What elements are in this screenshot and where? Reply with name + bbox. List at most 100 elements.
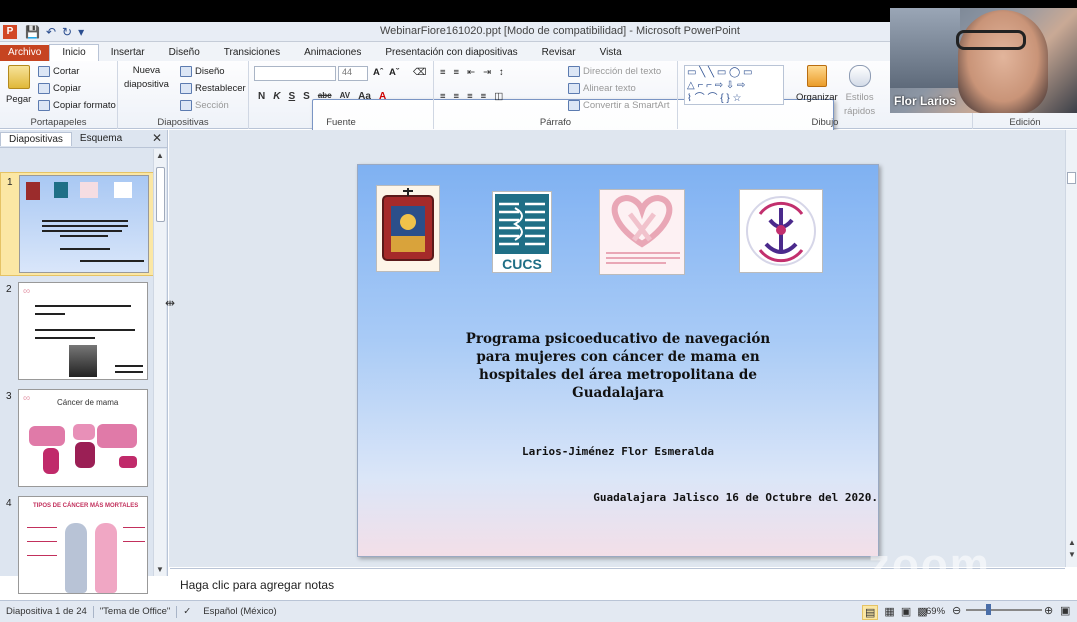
current-slide[interactable]: CUCS Programa psicoeducativo de navegaci… xyxy=(357,164,879,557)
powerpoint-app-icon[interactable]: P xyxy=(3,24,17,39)
slide-title[interactable]: Programa psicoeducativo de navegación pa… xyxy=(428,330,808,402)
quick-styles-button[interactable]: Estilos rápidos xyxy=(844,65,875,117)
thumb-text-line xyxy=(115,365,143,367)
logo-caption-line xyxy=(606,252,680,254)
align-right-icon[interactable]: ≡ xyxy=(467,91,473,102)
font-name-combo[interactable] xyxy=(254,66,336,81)
scrollbar-thumb[interactable] xyxy=(1067,172,1076,184)
font-color-icon[interactable]: A xyxy=(379,91,386,102)
scroll-down-icon[interactable]: ▼ xyxy=(156,565,164,574)
tab-slides-pane[interactable]: Diapositivas xyxy=(0,131,72,146)
prev-slide-icon[interactable]: ▲ xyxy=(1068,538,1076,547)
tab-animaciones[interactable]: Animaciones xyxy=(292,45,373,61)
next-slide-icon[interactable]: ▼ xyxy=(1068,550,1076,559)
spacing-icon[interactable]: AV xyxy=(340,91,351,102)
slide-date[interactable]: Guadalajara Jalisco 16 de Octubre del 20… xyxy=(558,491,878,504)
text-direction-button[interactable]: Dirección del texto xyxy=(568,66,661,77)
underline-icon[interactable]: S xyxy=(288,91,295,102)
reading-view-icon[interactable]: ▣ xyxy=(901,605,911,620)
columns-icon[interactable]: ◫ xyxy=(494,91,503,102)
cut-button[interactable]: Cortar xyxy=(38,66,79,77)
shrink-font-icon[interactable]: Aˇ xyxy=(389,67,399,78)
slide-vertical-scrollbar[interactable]: ▲ ▼ xyxy=(1065,130,1077,567)
shadow-icon[interactable]: S xyxy=(303,91,310,102)
tab-outline[interactable]: Esquema xyxy=(72,132,130,145)
slide-author[interactable]: Larios-Jiménez Flor Esmeralda xyxy=(458,445,778,458)
thumb-text-line xyxy=(27,527,57,528)
tab-insertar[interactable]: Insertar xyxy=(99,45,157,61)
spellcheck-icon[interactable]: ✓ xyxy=(177,606,197,617)
slide-thumbnail-3[interactable]: 3 ∞ Cáncer de mama xyxy=(0,387,155,491)
tab-presentacion[interactable]: Presentación con diapositivas xyxy=(373,45,529,61)
format-painter-button[interactable]: Copiar formato xyxy=(38,100,116,111)
scrollbar-thumb[interactable] xyxy=(156,167,165,222)
language-indicator[interactable]: Español (México) xyxy=(197,606,282,617)
section-button[interactable]: Sección xyxy=(180,100,229,111)
align-left-icon[interactable]: ≡ xyxy=(440,91,446,102)
arrange-button[interactable]: Organizar xyxy=(796,65,838,103)
paste-button[interactable]: Pegar xyxy=(6,65,31,105)
scroll-up-icon[interactable]: ▲ xyxy=(156,151,164,160)
clear-format-icon[interactable]: ⌫ xyxy=(413,67,426,78)
italic-icon[interactable]: K xyxy=(273,91,280,102)
tab-inicio[interactable]: Inicio xyxy=(49,44,99,61)
tab-transiciones[interactable]: Transiciones xyxy=(212,45,292,61)
slide-thumbnail-2[interactable]: 2 ∞ xyxy=(0,280,155,384)
new-slide-button[interactable]: Nueva diapositiva xyxy=(124,65,834,492)
slide-edit-area: CUCS Programa psicoeducativo de navegaci… xyxy=(165,130,1065,567)
reset-button[interactable]: Restablecer xyxy=(180,83,246,94)
thumbnail-preview: ∞ xyxy=(18,282,148,380)
slides-pane: Diapositivas Esquema ✕ 1 2 ∞ 3 ∞ Cáncer … xyxy=(0,130,168,594)
bullets-icon[interactable]: ≡ xyxy=(440,67,446,78)
increase-indent-icon[interactable]: ⇥ xyxy=(483,67,491,78)
view-buttons: ▤ ▦ ▣ ▩ xyxy=(862,605,928,620)
quick-styles-label-1: Estilos xyxy=(845,92,874,103)
undo-icon[interactable]: ↶ xyxy=(46,25,56,39)
tab-revisar[interactable]: Revisar xyxy=(530,45,588,61)
zoom-out-icon[interactable]: ⊖ xyxy=(952,604,961,617)
font-size-combo[interactable]: 44 xyxy=(338,66,368,81)
layout-button[interactable]: Diseño xyxy=(180,66,225,77)
tab-diseno[interactable]: Diseño xyxy=(157,45,212,61)
slide-thumbnail-4[interactable]: 4 TIPOS DE CÁNCER MÁS MORTALES xyxy=(0,494,155,598)
justify-icon[interactable]: ≡ xyxy=(481,91,487,102)
tab-vista[interactable]: Vista xyxy=(588,45,634,61)
save-icon[interactable]: 💾 xyxy=(25,25,40,39)
zoom-slider[interactable] xyxy=(966,604,1042,615)
customize-qat-icon[interactable]: ▾ xyxy=(78,25,84,39)
bold-icon[interactable]: N xyxy=(258,91,265,102)
slide-sorter-icon[interactable]: ▦ xyxy=(884,605,894,620)
fit-to-window-icon[interactable]: ▣ xyxy=(1060,604,1070,617)
zoom-slider-knob[interactable] xyxy=(986,604,991,615)
close-icon[interactable]: ✕ xyxy=(152,131,162,145)
redo-icon[interactable]: ↻ xyxy=(62,25,72,39)
shapes-gallery[interactable]: ▭ ╲ ╲ ▭ ◯ ▭ △ ⌐ ⌐ ⇨ ⇩ ⇨ ⌇ ⌒ ⌒ { } ☆ xyxy=(684,65,784,105)
section-icon xyxy=(180,100,192,111)
slide-title-line-4: Guadalajara xyxy=(572,385,664,401)
slides-pane-tabs: Diapositivas Esquema ✕ xyxy=(0,130,168,148)
glasses xyxy=(956,30,1026,50)
change-case-icon[interactable]: Aa xyxy=(358,91,371,102)
group-label-edicion: Edición xyxy=(1009,117,1041,128)
strikethrough-icon[interactable]: abc xyxy=(318,91,332,102)
normal-view-icon[interactable]: ▤ xyxy=(862,605,879,620)
zoom-level[interactable]: 69% xyxy=(926,606,945,617)
group-diapositivas: Nueva diapositiva Diseño Restablecer Sec… xyxy=(118,61,834,492)
smartart-button[interactable]: Convertir a SmartArt xyxy=(568,100,670,111)
thumb-text-line xyxy=(35,329,135,331)
zoom-in-icon[interactable]: ⊕ xyxy=(1044,604,1053,617)
align-center-icon[interactable]: ≡ xyxy=(454,91,460,102)
group-label-dibujo: Dibujo xyxy=(811,117,839,128)
numbering-icon[interactable]: ≡ xyxy=(454,67,460,78)
decrease-indent-icon[interactable]: ⇤ xyxy=(467,67,475,78)
pane-resize-handle[interactable]: ⇹ xyxy=(165,296,175,310)
grow-font-icon[interactable]: Aˆ xyxy=(373,67,383,78)
align-text-button[interactable]: Alinear texto xyxy=(568,83,636,94)
reset-label: Restablecer xyxy=(195,83,246,94)
slides-pane-scrollbar[interactable]: ▲ ▼ xyxy=(153,149,166,576)
slide-thumbnail-1[interactable]: 1 xyxy=(0,172,155,276)
tab-archivo[interactable]: Archivo xyxy=(0,45,50,61)
thumb-logo xyxy=(54,182,68,198)
copy-button[interactable]: Copiar xyxy=(38,83,81,94)
line-spacing-icon[interactable]: ↕ xyxy=(499,67,504,78)
